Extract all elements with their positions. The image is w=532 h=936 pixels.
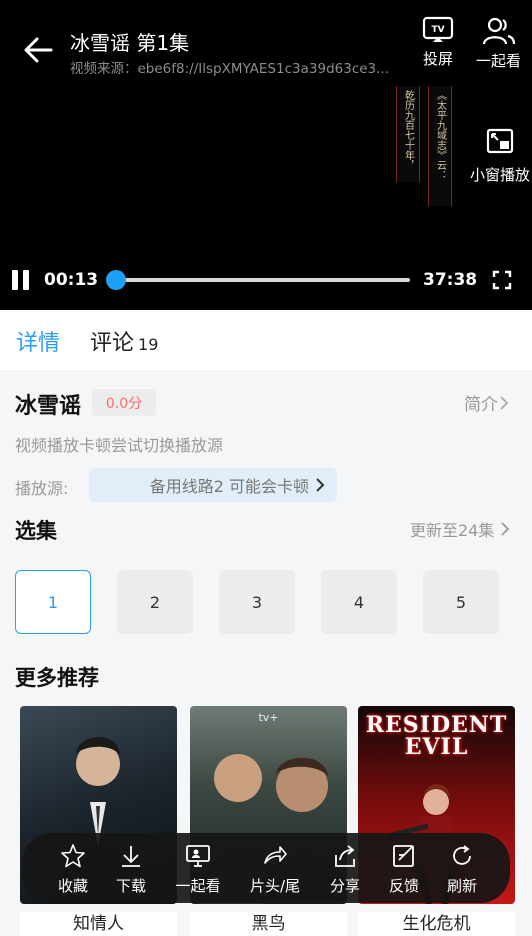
video-player[interactable]: 冰雪谣 第1集 视频来源：ebe6f8://IlspXMYAES1c3a39d6… — [0, 0, 532, 310]
tab-detail[interactable]: 详情 — [16, 325, 60, 357]
update-label: 更新至24集 — [410, 521, 495, 540]
fullscreen-icon — [492, 270, 512, 290]
source-value: 备用线路2 可能会卡顿 — [149, 477, 309, 496]
share-button[interactable]: 分享 — [312, 843, 378, 896]
recommendation-title: 黑鸟 — [190, 912, 347, 936]
player-controls: 00:13 37:38 — [0, 262, 532, 298]
score-badge: 0.0分 — [92, 389, 156, 416]
share-label: 分享 — [329, 877, 360, 895]
scroll-banner-left: 乾历九百七十年， — [396, 86, 420, 182]
refresh-label: 刷新 — [446, 877, 477, 895]
episode-list: 1 2 3 4 5 — [15, 570, 515, 634]
all-episodes-button[interactable]: 更新至24集 — [410, 517, 510, 541]
download-label: 下载 — [115, 877, 146, 895]
skip-arrow-icon — [264, 846, 287, 864]
episode-item[interactable]: 2 — [117, 570, 193, 634]
favorite-label: 收藏 — [57, 877, 88, 895]
resident-evil-logo: RESIDENT EVIL — [365, 712, 508, 760]
episode-item[interactable]: 5 — [423, 570, 499, 634]
comments-count: 19 — [138, 335, 159, 354]
episode-item[interactable]: 1 — [15, 570, 91, 634]
chevron-right-icon — [316, 478, 325, 492]
scroll-text-right: 《太平九域志》云： — [434, 90, 446, 180]
picture-in-picture-icon — [486, 128, 514, 154]
fullscreen-button[interactable] — [492, 270, 512, 290]
scroll-banner-right: 《太平九域志》云： — [428, 86, 452, 206]
tab-comments-label: 评论 — [90, 331, 135, 356]
pause-button[interactable] — [12, 270, 30, 290]
show-title: 冰雪谣 — [15, 394, 82, 419]
favorite-button[interactable]: 收藏 — [40, 843, 106, 896]
screen-share-icon — [186, 845, 210, 867]
cast-button[interactable]: TV 投屏 — [422, 16, 454, 69]
feedback-icon — [393, 845, 414, 867]
tab-comments[interactable]: 评论 19 — [90, 325, 158, 357]
apple-tv-label: tv+ — [258, 711, 279, 724]
refresh-button[interactable]: 刷新 — [429, 843, 495, 896]
skip-intro-button[interactable]: 片头/尾 — [242, 843, 308, 896]
seek-thumb[interactable] — [106, 270, 126, 290]
more-title: 更多推荐 — [15, 666, 99, 690]
download-icon — [122, 846, 140, 867]
arrow-left-icon — [24, 37, 53, 63]
watch-together-action-label: 一起看 — [175, 877, 221, 895]
source-label: 播放源: — [15, 479, 69, 498]
refresh-icon — [453, 845, 471, 865]
recommendation-title: 生化危机 — [358, 912, 515, 936]
svg-text:TV: TV — [431, 25, 444, 35]
watch-together-label: 一起看 — [476, 52, 522, 70]
chevron-right-icon — [501, 522, 510, 536]
scroll-text-left: 乾历九百七十年， — [402, 90, 414, 170]
seek-bar[interactable] — [106, 270, 410, 290]
playback-tip: 视频播放卡顿尝试切换播放源 — [15, 436, 224, 455]
users-icon — [482, 17, 515, 45]
star-icon — [61, 844, 85, 868]
intro-button[interactable]: 简介 — [464, 390, 510, 415]
pip-button[interactable]: 小窗播放 — [470, 128, 530, 185]
watch-together-action[interactable]: 一起看 — [165, 843, 231, 896]
intro-label: 简介 — [464, 395, 498, 415]
total-time: 37:38 — [423, 270, 478, 290]
pip-label: 小窗播放 — [470, 166, 531, 184]
download-button[interactable]: 下载 — [98, 843, 164, 896]
apple-tv-logo: tv+ — [190, 711, 347, 724]
video-title: 冰雪谣 第1集 — [70, 31, 190, 55]
feedback-button[interactable]: 反馈 — [371, 843, 437, 896]
feedback-label: 反馈 — [388, 877, 419, 895]
current-time: 00:13 — [44, 270, 99, 290]
episodes-title: 选集 — [15, 519, 57, 543]
episode-item[interactable]: 3 — [219, 570, 295, 634]
action-bar: 收藏 下载 一起看 片头/尾 分享 反馈 刷新 — [22, 833, 510, 903]
tab-bar: 详情 评论 19 — [0, 310, 532, 370]
source-selector[interactable]: 备用线路2 可能会卡顿 — [89, 468, 337, 502]
video-source: 视频来源：ebe6f8://IlspXMYAES1c3a39d63ce3... — [70, 61, 390, 77]
watch-together-button[interactable]: 一起看 — [476, 16, 521, 71]
chevron-right-icon — [500, 395, 509, 410]
back-button[interactable] — [18, 32, 58, 68]
cast-label: 投屏 — [422, 50, 453, 68]
episode-item[interactable]: 4 — [321, 570, 397, 634]
tv-cast-icon: TV — [422, 16, 454, 42]
recommendation-title: 知情人 — [20, 912, 177, 936]
skip-intro-label: 片头/尾 — [249, 877, 301, 895]
share-icon — [335, 845, 355, 867]
